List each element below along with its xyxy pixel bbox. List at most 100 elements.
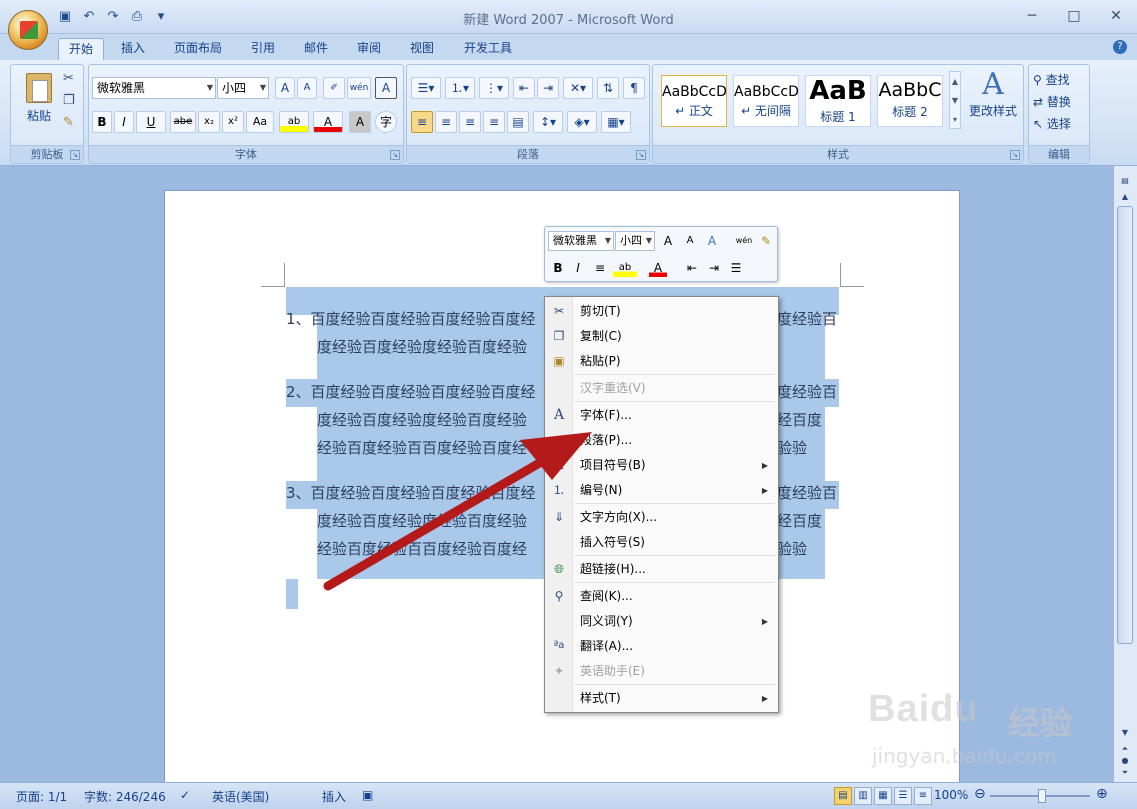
menu-item-paragraph[interactable]: ≡ 段落(P)... (545, 428, 778, 453)
zoom-level[interactable]: 100% (934, 788, 968, 802)
mini-format-painter-icon[interactable]: ✎ (757, 232, 775, 250)
menu-item-text-direction[interactable]: ⇓ 文字方向(X)... (545, 505, 778, 530)
outline-icon[interactable]: ☰ (894, 787, 912, 805)
zoom-in-icon[interactable]: ⊕ (1096, 786, 1108, 802)
distributed-button[interactable]: ▤ (507, 111, 529, 133)
tab-mailings[interactable]: 邮件 (293, 38, 339, 60)
menu-item-numbering[interactable]: ⒈ 编号(N) ▶ (545, 478, 778, 503)
tab-developer[interactable]: 开发工具 (456, 38, 520, 60)
char-border-button[interactable]: A (375, 77, 397, 99)
styles-launcher-icon[interactable]: ↘ (1010, 150, 1020, 160)
mini-bullets-button[interactable]: ☰ (727, 259, 745, 277)
shading-button[interactable]: ◈▾ (567, 111, 597, 133)
change-case-button[interactable]: Aa (246, 111, 274, 133)
replace-button[interactable]: ⇄ 替换 (1033, 93, 1071, 110)
style-normal[interactable]: AaBbCcD ↵ 正文 (661, 75, 727, 127)
strikethrough-button[interactable]: abe (170, 111, 196, 133)
font-launcher-icon[interactable]: ↘ (390, 150, 400, 160)
show-marks-button[interactable]: ¶ (623, 77, 645, 99)
style-heading-1[interactable]: AaB 标题 1 (805, 75, 871, 127)
paste-button[interactable]: 粘贴 (21, 73, 57, 137)
menu-item-synonyms[interactable]: 同义词(Y) ▶ (545, 609, 778, 634)
highlight-button[interactable]: ab (279, 111, 309, 133)
next-page-icon[interactable]: ⏷ (1117, 766, 1133, 780)
change-styles-button[interactable]: A 更改样式 (965, 67, 1021, 119)
style-no-spacing[interactable]: AaBbCcD ↵ 无间隔 (733, 75, 799, 127)
mini-styles-button[interactable]: A (703, 232, 721, 250)
maximize-button[interactable]: □ (1061, 6, 1087, 26)
align-right-button[interactable]: ≡ (459, 111, 481, 133)
multilevel-list-button[interactable]: ⋮▾ (479, 77, 509, 99)
bullets-button[interactable]: ☰▾ (411, 77, 441, 99)
format-painter-icon[interactable]: ✎ (63, 115, 74, 130)
menu-item-research[interactable]: ⚲ 查阅(K)... (545, 584, 778, 609)
help-icon[interactable]: ? (1113, 40, 1127, 54)
increase-indent-button[interactable]: ⇥ (537, 77, 559, 99)
menu-item-copy[interactable]: ❐ 复制(C) (545, 324, 778, 349)
line-spacing-button[interactable]: ↕▾ (533, 111, 563, 133)
web-layout-icon[interactable]: ▦ (874, 787, 892, 805)
superscript-button[interactable]: x² (222, 111, 244, 133)
tab-insert[interactable]: 插入 (110, 38, 156, 60)
mini-grow-font-button[interactable]: A (659, 232, 677, 250)
insert-mode[interactable]: 插入 (322, 788, 346, 805)
mini-font-combo[interactable]: 微软雅黑 ▼ (548, 231, 614, 251)
menu-item-font[interactable]: A 字体(F)... (545, 403, 778, 428)
menu-item-insert-symbol[interactable]: 插入符号(S) (545, 530, 778, 555)
zoom-slider-knob[interactable] (1038, 789, 1046, 803)
menu-item-paste[interactable]: ▣ 粘贴(P) (545, 349, 778, 374)
close-button[interactable]: ✕ (1103, 6, 1129, 26)
zoom-out-icon[interactable]: ⊖ (974, 786, 986, 802)
office-button[interactable] (8, 10, 48, 50)
menu-item-translate[interactable]: ªa 翻译(A)... (545, 634, 778, 659)
print-layout-icon[interactable]: ▤ (834, 787, 852, 805)
scroll-up-icon[interactable]: ▲ (1117, 190, 1133, 204)
font-size-combo[interactable]: 小四 ▼ (217, 77, 269, 99)
italic-button[interactable]: I (114, 111, 134, 133)
tab-page-layout[interactable]: 页面布局 (166, 38, 230, 60)
mini-size-combo[interactable]: 小四 ▼ (615, 231, 655, 251)
phonetic-guide-button[interactable]: wén (347, 77, 371, 99)
find-button[interactable]: ⚲ 查找 (1033, 71, 1070, 88)
subscript-button[interactable]: x₂ (198, 111, 220, 133)
copy-icon[interactable]: ❐ (63, 93, 75, 108)
vertical-scrollbar[interactable]: ▤ ▲ ▼ ⏶ ● ⏷ (1113, 166, 1137, 782)
mini-highlight-button[interactable]: ab (613, 259, 637, 277)
tab-references[interactable]: 引用 (240, 38, 286, 60)
mini-bold-button[interactable]: B (549, 259, 567, 277)
bold-button[interactable]: B (92, 111, 112, 133)
numbering-button[interactable]: ⒈▾ (445, 77, 475, 99)
draft-icon[interactable]: ≡ (914, 787, 932, 805)
full-screen-reading-icon[interactable]: ▥ (854, 787, 872, 805)
grow-font-button[interactable]: A (275, 77, 295, 99)
page-count[interactable]: 页面: 1/1 (16, 788, 67, 805)
sort-button[interactable]: ⇅ (597, 77, 619, 99)
char-shading-button[interactable]: A (349, 111, 371, 133)
align-left-button[interactable]: ≡ (411, 111, 433, 133)
scroll-down-icon[interactable]: ▼ (1117, 726, 1133, 740)
menu-item-bullets[interactable]: ☰ 项目符号(B) ▶ (545, 453, 778, 478)
tab-home[interactable]: 开始 (58, 38, 104, 60)
shrink-font-button[interactable]: A (297, 77, 317, 99)
menu-item-hyperlink[interactable]: 🌐︎ 超链接(H)... (545, 557, 778, 582)
ruler-toggle-icon[interactable]: ▤ (1117, 174, 1133, 188)
styles-scroll[interactable]: ▲ ▼ ▾ (949, 71, 961, 129)
mini-indent-button[interactable]: ⇥ (705, 259, 723, 277)
clear-format-button[interactable]: ✐ (323, 77, 345, 99)
mini-font-color-button[interactable]: A (649, 259, 667, 277)
minimize-button[interactable]: ─ (1019, 6, 1045, 26)
enclose-char-button[interactable]: 字 (375, 111, 397, 133)
mini-outdent-button[interactable]: ⇤ (683, 259, 701, 277)
justify-button[interactable]: ≡ (483, 111, 505, 133)
cut-icon[interactable]: ✂ (63, 71, 74, 86)
align-center-button[interactable]: ≡ (435, 111, 457, 133)
mini-shrink-font-button[interactable]: A (681, 232, 699, 250)
clipboard-launcher-icon[interactable]: ↘ (70, 150, 80, 160)
font-color-button[interactable]: A (313, 111, 343, 133)
proofing-icon[interactable]: ✓ (180, 788, 190, 802)
style-heading-2[interactable]: AaBbC 标题 2 (877, 75, 943, 127)
word-count[interactable]: 字数: 246/246 (84, 788, 166, 805)
select-button[interactable]: ↖ 选择 (1033, 115, 1071, 132)
language-indicator[interactable]: 英语(美国) (212, 788, 269, 805)
underline-button[interactable]: U (136, 111, 166, 133)
